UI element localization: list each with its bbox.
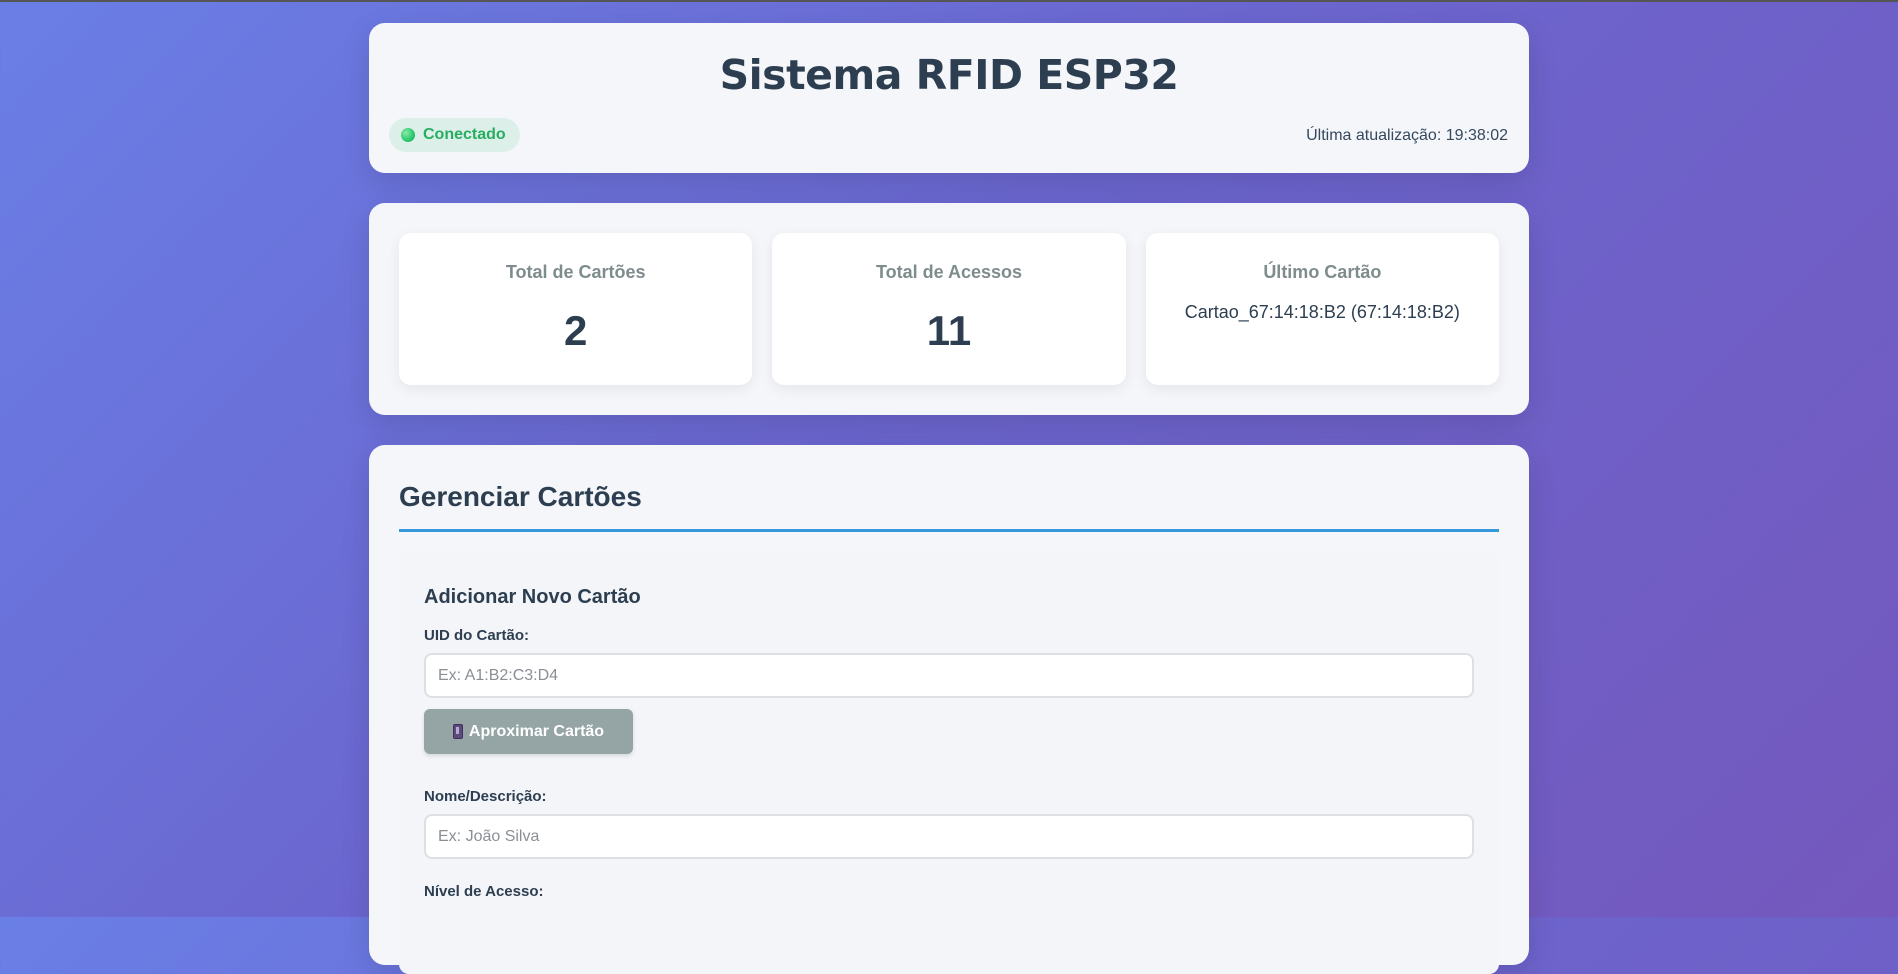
stat-label: Total de Acessos <box>875 262 1023 282</box>
name-input[interactable] <box>424 814 1474 859</box>
mobile-phone-icon <box>452 724 463 739</box>
stat-total-access: Total de Acessos 11 <box>772 233 1126 385</box>
name-field: Nome/Descrição: <box>424 788 1474 859</box>
manage-cards-panel: Gerenciar Cartões Adicionar Novo Cartão … <box>369 445 1529 974</box>
add-card-form: Adicionar Novo Cartão UID do Cartão: Apr… <box>399 550 1499 974</box>
window-top-border <box>0 0 1898 2</box>
form-title: Adicionar Novo Cartão <box>424 586 641 608</box>
access-level-field: Nível de Acesso: <box>424 883 1474 900</box>
stat-label: Último Cartão <box>1263 262 1382 282</box>
page-container: Sistema RFID ESP32 Conectado Última atua… <box>369 23 1529 974</box>
stat-label: Total de Cartões <box>505 262 646 282</box>
scan-card-button[interactable]: Aproximar Cartão <box>424 709 633 754</box>
uid-input[interactable] <box>424 653 1474 698</box>
stat-value: 11 <box>926 307 972 354</box>
header-card: Sistema RFID ESP32 Conectado Última atua… <box>369 23 1529 173</box>
status-dot-icon <box>401 128 415 142</box>
stat-value: 2 <box>563 307 588 354</box>
stat-last-card: Último Cartão Cartao_67:14:18:B2 (67:14:… <box>1145 233 1499 385</box>
connection-status-text: Conectado <box>423 126 506 143</box>
name-label: Nome/Descrição: <box>424 788 547 805</box>
last-update-text: Última atualização: 19:38:02 <box>1306 127 1508 144</box>
stats-panel: Total de Cartões 2 Total de Acessos 11 Ú… <box>369 203 1529 415</box>
page-title: Sistema RFID ESP32 <box>719 51 1179 99</box>
section-title: Gerenciar Cartões <box>399 481 1499 532</box>
scan-card-button-label: Aproximar Cartão <box>468 722 605 740</box>
stat-total-cards: Total de Cartões 2 <box>399 233 753 385</box>
stat-value: Cartao_67:14:18:B2 (67:14:18:B2) <box>1184 302 1460 322</box>
access-level-label: Nível de Acesso: <box>424 883 544 900</box>
uid-label: UID do Cartão: <box>424 627 529 644</box>
connection-status-badge: Conectado <box>389 118 520 152</box>
